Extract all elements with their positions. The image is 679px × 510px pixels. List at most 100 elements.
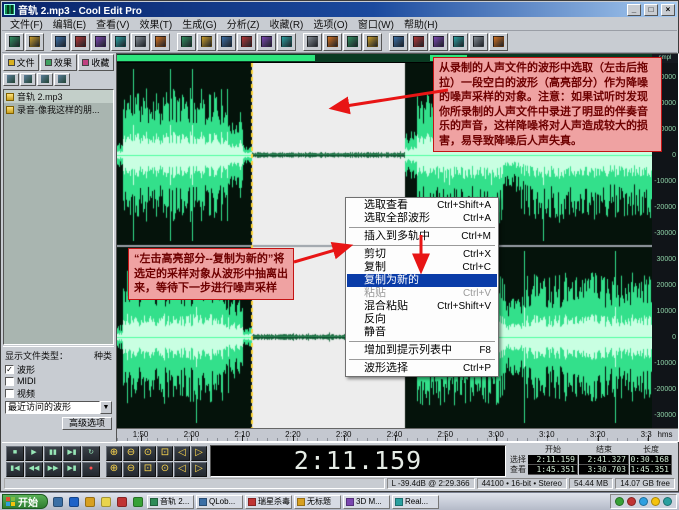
- taskbar-task[interactable]: 瑞星杀毒: [245, 495, 292, 509]
- sidebar-button-close-file[interactable]: [20, 73, 36, 86]
- menu-edit[interactable]: 编辑(E): [48, 16, 91, 31]
- toolbar-button-new-waveform[interactable]: [5, 33, 24, 51]
- toolbar-button-delete[interactable]: [197, 33, 216, 51]
- toolbar-button-zoom-full[interactable]: [277, 33, 296, 51]
- zoom-out-button[interactable]: ⊖: [123, 446, 139, 461]
- toolbar-button-trim[interactable]: [177, 33, 196, 51]
- zoom-edge-right-button[interactable]: ▷: [191, 462, 207, 477]
- toolbar-button-zoom-selection[interactable]: [257, 33, 276, 51]
- context-menu-item[interactable]: 插入到多轨中Ctrl+M: [347, 230, 497, 243]
- taskbar-task[interactable]: QLob...: [196, 495, 243, 509]
- zoom-selection-button[interactable]: ⊡: [157, 446, 173, 461]
- transport-rewind-button[interactable]: ◀◀: [25, 462, 43, 477]
- zoom-sel-in-button[interactable]: ⊡: [140, 462, 156, 477]
- taskbar-task[interactable]: Real...: [392, 495, 439, 509]
- toolbar-button-multitrack-view[interactable]: [343, 33, 362, 51]
- menu-favorites[interactable]: 收藏(R): [264, 16, 308, 31]
- context-menu-item[interactable]: 波形选择Ctrl+P: [347, 362, 497, 375]
- context-menu-item[interactable]: 复制为新的: [347, 274, 497, 287]
- quicklaunch-folder[interactable]: [98, 495, 113, 508]
- transport-play-button[interactable]: ▶: [25, 446, 43, 461]
- close-button[interactable]: ×: [661, 4, 675, 16]
- time-ruler[interactable]: 1:502:002:102:202:302:402:503:003:103:20…: [117, 428, 652, 441]
- checkbox-unchecked[interactable]: [5, 389, 14, 398]
- transport-loop-button[interactable]: ↻: [82, 446, 100, 461]
- menu-options[interactable]: 选项(O): [308, 16, 352, 31]
- open-files-list[interactable]: 音轨 2.mp3录音-像我这样的朋...: [3, 89, 114, 345]
- zoom-in-vertical-button[interactable]: ⊕: [106, 462, 122, 477]
- menu-analyze[interactable]: 分析(Z): [222, 16, 265, 31]
- quicklaunch-media-player[interactable]: [82, 495, 97, 508]
- menu-effects[interactable]: 效果(T): [134, 16, 177, 31]
- toolbar-button-zoom-in[interactable]: [217, 33, 236, 51]
- zoom-left-button[interactable]: ◁: [174, 446, 190, 461]
- toolbar-button-waveform-view[interactable]: [323, 33, 342, 51]
- start-button[interactable]: 开始: [2, 494, 48, 509]
- context-menu-item[interactable]: 混合粘贴Ctrl+Shift+V: [347, 300, 497, 313]
- menu-view[interactable]: 查看(V): [91, 16, 134, 31]
- context-menu-item[interactable]: 粘贴Ctrl+V: [347, 287, 497, 300]
- taskbar-task[interactable]: 3D M...: [343, 495, 390, 509]
- checkbox-checked[interactable]: ✓: [5, 365, 14, 374]
- transport-go-to-end-button[interactable]: ▶▮: [63, 462, 81, 477]
- sidebar-button-open-file[interactable]: [3, 73, 19, 86]
- toolbar-button-equalizer[interactable]: [409, 33, 428, 51]
- file-list-item[interactable]: 音轨 2.mp3: [4, 90, 113, 103]
- sidebar-tab-favorites[interactable]: 收藏: [78, 54, 114, 71]
- toolbar-button-settings[interactable]: [449, 33, 468, 51]
- toolbar-button-save-file[interactable]: [51, 33, 70, 51]
- toolbar-button-help[interactable]: [489, 33, 508, 51]
- file-list-item[interactable]: 录音-像我这样的朋...: [4, 103, 113, 116]
- sidebar-button-insert-multitrack[interactable]: [37, 73, 53, 86]
- toolbar-button-paste[interactable]: [151, 33, 170, 51]
- volume-icon[interactable]: [615, 497, 624, 506]
- taskbar-task[interactable]: 音轨 2...: [147, 495, 194, 509]
- sidebar-tab-files[interactable]: 文件: [3, 54, 39, 71]
- sidebar-button-properties[interactable]: [54, 73, 70, 86]
- transport-go-to-beginning-button[interactable]: ▮◀: [6, 462, 24, 477]
- taskbar-task[interactable]: 无标题: [294, 495, 341, 509]
- toolbar-button-undo[interactable]: [71, 33, 90, 51]
- transport-play-to-end-button[interactable]: ▶▮: [63, 446, 81, 461]
- sidebar-tab-effects[interactable]: 效果: [40, 54, 76, 71]
- transport-fast-forward-button[interactable]: ▶▶: [44, 462, 62, 477]
- context-menu-item[interactable]: 反向: [347, 313, 497, 326]
- context-menu-item[interactable]: 复制Ctrl+C: [347, 261, 497, 274]
- toolbar-button-redo[interactable]: [91, 33, 110, 51]
- toolbar-button-effects-rack[interactable]: [363, 33, 382, 51]
- menu-help[interactable]: 帮助(H): [399, 16, 443, 31]
- quicklaunch-messenger[interactable]: [130, 495, 145, 508]
- menu-generate[interactable]: 生成(G): [177, 16, 221, 31]
- quicklaunch-mail[interactable]: [114, 495, 129, 508]
- scheduler-icon[interactable]: [663, 497, 672, 506]
- checkbox-unchecked[interactable]: [5, 377, 14, 386]
- toolbar-button-open-file[interactable]: [25, 33, 44, 51]
- maximize-button[interactable]: □: [644, 4, 658, 16]
- zoom-in-button[interactable]: ⊕: [106, 446, 122, 461]
- sort-dropdown[interactable]: 最近访问的波形 ▼: [5, 401, 112, 414]
- context-menu-item[interactable]: 增加到提示列表中F8: [347, 344, 497, 357]
- toolbar-button-amplitude[interactable]: [429, 33, 448, 51]
- context-menu-item[interactable]: 选取查看Ctrl+Shift+A: [347, 199, 497, 212]
- messenger-icon[interactable]: [639, 497, 648, 506]
- zoom-sel-out-button[interactable]: ⊙: [157, 462, 173, 477]
- zoom-out-vertical-button[interactable]: ⊖: [123, 462, 139, 477]
- transport-stop-button[interactable]: ■: [6, 446, 24, 461]
- zoom-right-button[interactable]: ▷: [191, 446, 207, 461]
- zoom-full-button[interactable]: ⊙: [140, 446, 156, 461]
- network-icon[interactable]: [651, 497, 660, 506]
- minimize-button[interactable]: _: [627, 4, 641, 16]
- menu-file[interactable]: 文件(F): [5, 16, 48, 31]
- transport-pause-button[interactable]: ▮▮: [44, 446, 62, 461]
- toolbar-button-noise-reduction[interactable]: [389, 33, 408, 51]
- toolbar-button-zoom-out[interactable]: [237, 33, 256, 51]
- context-menu-item[interactable]: 静音: [347, 326, 497, 339]
- zoom-edge-left-button[interactable]: ◁: [174, 462, 190, 477]
- transport-record-button[interactable]: ●: [82, 462, 100, 477]
- antivirus-icon[interactable]: [627, 497, 636, 506]
- chevron-down-icon[interactable]: ▼: [100, 401, 112, 414]
- toolbar-button-scripts[interactable]: [469, 33, 488, 51]
- toolbar-button-cut[interactable]: [111, 33, 130, 51]
- quicklaunch-show-desktop[interactable]: [50, 495, 65, 508]
- toolbar-button-spectral-view[interactable]: [303, 33, 322, 51]
